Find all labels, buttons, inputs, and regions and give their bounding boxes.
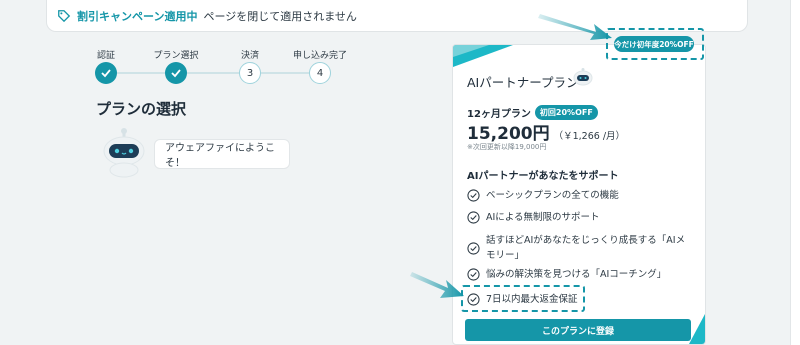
feature-text: AIによる無制限のサポート [486, 212, 600, 223]
feature-item: 話すほどAIがあなたをじっくり成長する「AIメモリー」 [467, 233, 692, 263]
plan-title: AIパートナープラン [467, 75, 579, 90]
check-circle-icon [467, 211, 480, 224]
robot-icon [573, 68, 593, 86]
feature-item: 悩みの解決策を見つける「AIコーチング」 [467, 267, 692, 282]
step-1-done [95, 62, 117, 84]
price-per-month: （￥1,266 /月） [553, 131, 626, 142]
scrollbar-track[interactable] [790, 0, 800, 345]
corner-decoration [453, 45, 489, 57]
price-row: 15,200円 （￥1,266 /月） [467, 119, 625, 144]
step-connector [187, 72, 239, 74]
annotation-highlight-box [606, 28, 704, 60]
step-2-done [165, 62, 187, 84]
support-heading: AIパートナーがあなたをサポート [467, 171, 619, 182]
annotation-arrow-icon [410, 272, 464, 298]
first-time-badge: 初回20%OFF [534, 105, 598, 120]
feature-text: 話すほどAIがあなたをじっくり成長する「AIメモリー」 [486, 235, 686, 261]
check-circle-icon [467, 189, 480, 202]
price: 15,200円 [467, 124, 550, 144]
feature-text: 悩みの解決策を見つける「AIコーチング」 [486, 269, 667, 280]
plan-name: 12ヶ月プラン [467, 109, 531, 120]
check-circle-icon [467, 242, 480, 255]
feature-text: ベーシックプランの全ての機能 [486, 190, 619, 201]
feature-item: AIによる無制限のサポート [467, 210, 692, 225]
step-label-plan: プラン選択 [153, 51, 199, 61]
tag-icon [58, 9, 71, 22]
plan-name-row: 12ヶ月プラン 初回20%OFF [467, 105, 598, 120]
step-label-auth: 認証 [96, 51, 115, 61]
step-4-number: 4 [309, 62, 331, 84]
page-title: プランの選択 [96, 100, 187, 118]
checkmark-icon [101, 69, 111, 78]
corner-decoration [689, 314, 705, 344]
renewal-note: ※次回更新以降19,000円 [467, 143, 547, 151]
step-connector [261, 72, 309, 74]
annotation-highlight-box [461, 285, 585, 312]
step-3-number: 3 [239, 62, 261, 84]
robot-mascot-icon [103, 128, 145, 178]
welcome-bubble: アウェアファイにようこそ！ [154, 139, 290, 169]
feature-item: ベーシックプランの全ての機能 [467, 188, 692, 203]
step-label-payment: 決済 [240, 51, 259, 61]
step-label-complete: 申し込み完了 [292, 51, 347, 61]
banner-highlight: 割引キャンペーン適用中 [77, 9, 198, 23]
banner-message: ページを閉じて適用されません [203, 9, 357, 23]
check-circle-icon [467, 268, 480, 281]
step-connector [117, 72, 165, 74]
subscribe-button[interactable]: このプランに登録 [465, 319, 691, 341]
checkmark-icon [171, 69, 181, 78]
annotation-arrow-icon [538, 14, 612, 40]
